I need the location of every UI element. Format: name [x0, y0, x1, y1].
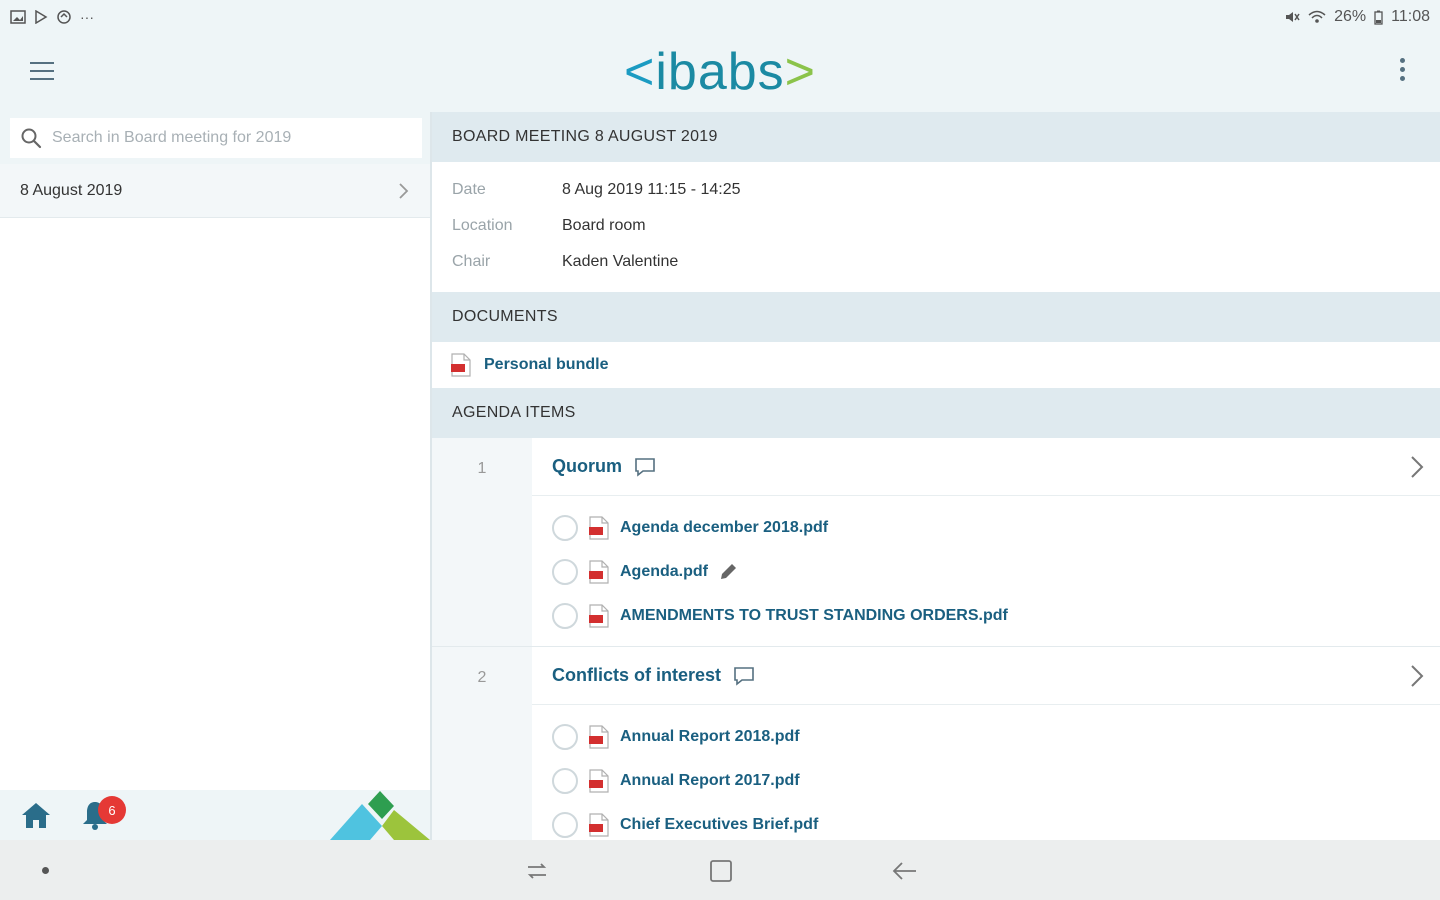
agenda-files: Annual Report 2018.pdf Annual Report 201… — [532, 705, 1440, 840]
mute-icon — [1286, 12, 1300, 22]
file-select-radio[interactable] — [552, 768, 578, 794]
pdf-icon — [589, 769, 609, 793]
detail-value: 8 Aug 2019 11:15 - 14:25 — [562, 181, 741, 198]
document-item[interactable]: Personal bundle — [432, 342, 1440, 388]
file-item: Agenda.pdf — [532, 550, 1440, 594]
sidebar-item-label: 8 August 2019 — [20, 181, 123, 199]
pencil-icon — [721, 564, 736, 579]
detail-value: Kaden Valentine — [562, 253, 679, 270]
search-box[interactable] — [10, 118, 422, 158]
meeting-detail-panel: BOARD MEETING 8 AUGUST 2019 Date 8 Aug 2… — [432, 112, 1440, 840]
battery-icon — [1374, 10, 1383, 25]
comment-icon[interactable] — [634, 457, 656, 477]
file-select-radio[interactable] — [552, 603, 578, 629]
chevron-right-icon — [1411, 455, 1424, 478]
pdf-icon — [589, 604, 609, 628]
agenda-number: 1 — [432, 438, 532, 646]
ibabs-brand-mark-icon — [330, 791, 430, 840]
recents-icon[interactable] — [524, 858, 550, 884]
detail-label: Date — [452, 181, 486, 198]
agenda-title-row[interactable]: Quorum — [532, 438, 1440, 496]
battery-percent: 26% — [1334, 8, 1367, 25]
agenda-title: Conflicts of interest — [552, 665, 722, 685]
file-select-radio[interactable] — [552, 812, 578, 838]
sync-icon — [57, 10, 71, 24]
file-select-radio[interactable] — [552, 515, 578, 541]
nav-dot-icon — [42, 867, 49, 874]
agenda-body: Conflicts of interest Annual Report 2018… — [532, 647, 1440, 840]
pdf-icon — [589, 560, 609, 584]
ibabs-logo: <ibabs> — [620, 42, 820, 102]
sidebar: 8 August 2019 6 — [0, 112, 432, 840]
pdf-icon — [589, 813, 609, 837]
system-nav-bar — [0, 840, 1440, 900]
file-link[interactable]: Annual Report 2017.pdf — [620, 772, 800, 790]
agenda-title: Quorum — [552, 456, 622, 476]
detail-date: Date 8 Aug 2019 11:15 - 14:25 — [432, 172, 1440, 208]
pdf-icon — [451, 353, 471, 377]
search-icon — [21, 128, 42, 149]
agenda-title-group: Conflicts of interest — [552, 665, 755, 686]
file-select-radio[interactable] — [552, 724, 578, 750]
search-bar — [0, 112, 430, 164]
agenda-item: 2 Conflicts of interest Annual Report 20… — [432, 647, 1440, 840]
sidebar-footer: 6 — [0, 790, 430, 840]
agenda-body: Quorum Agenda december 2018.pdf Agenda.p… — [532, 438, 1440, 646]
meeting-header: BOARD MEETING 8 AUGUST 2019 — [432, 112, 1440, 162]
status-bar-left: ··· — [10, 9, 94, 25]
status-bar: ··· 26% 11:08 — [0, 0, 1440, 34]
file-link[interactable]: Agenda december 2018.pdf — [620, 519, 828, 537]
sidebar-item-meeting-date[interactable]: 8 August 2019 — [0, 164, 430, 218]
logo-text: ibabs — [655, 43, 785, 101]
home-icon[interactable] — [20, 800, 52, 830]
chevron-right-icon — [399, 182, 409, 199]
file-link[interactable]: Chief Executives Brief.pdf — [620, 816, 818, 834]
agenda-header: AGENDA ITEMS — [432, 388, 1440, 438]
file-select-radio[interactable] — [552, 559, 578, 585]
detail-chair: Chair Kaden Valentine — [432, 244, 1440, 280]
document-link[interactable]: Personal bundle — [484, 356, 608, 374]
file-link[interactable]: Annual Report 2018.pdf — [620, 728, 800, 746]
chevron-right-icon — [1411, 664, 1424, 687]
notification-badge: 6 — [98, 796, 126, 824]
agenda-title-row[interactable]: Conflicts of interest — [532, 647, 1440, 705]
agenda-title-group: Quorum — [552, 456, 656, 477]
pdf-icon — [589, 516, 609, 540]
detail-location: Location Board room — [432, 208, 1440, 244]
file-item: Agenda december 2018.pdf — [532, 506, 1440, 550]
file-item: Chief Executives Brief.pdf — [532, 803, 1440, 840]
detail-label: Location — [452, 217, 513, 234]
agenda-item: 1 Quorum Agenda december 2018.pdf Agenda… — [432, 438, 1440, 647]
file-link[interactable]: AMENDMENTS TO TRUST STANDING ORDERS.pdf — [620, 607, 1008, 625]
detail-value: Board room — [562, 217, 646, 234]
agenda-number: 2 — [432, 647, 532, 840]
gallery-icon — [10, 10, 26, 24]
status-bar-right: 26% 11:08 — [1284, 8, 1430, 26]
clock: 11:08 — [1391, 8, 1430, 25]
menu-icon[interactable] — [30, 62, 60, 84]
file-item: Annual Report 2017.pdf — [532, 759, 1440, 803]
file-item: AMENDMENTS TO TRUST STANDING ORDERS.pdf — [532, 594, 1440, 638]
nav-home-icon[interactable] — [708, 858, 734, 884]
documents-header: DOCUMENTS — [432, 292, 1440, 342]
detail-label: Chair — [452, 253, 491, 270]
logo-bracket-left: < — [623, 43, 656, 101]
play-store-icon — [35, 10, 48, 24]
back-icon[interactable] — [890, 856, 920, 886]
pdf-icon — [589, 725, 609, 749]
logo-bracket-right: > — [784, 43, 817, 101]
app-bar: <ibabs> — [0, 34, 1440, 112]
search-input[interactable] — [52, 129, 392, 147]
meeting-details: Date 8 Aug 2019 11:15 - 14:25 Location B… — [432, 162, 1440, 292]
file-link[interactable]: Agenda.pdf — [620, 563, 708, 581]
more-notifications-icon: ··· — [80, 9, 94, 25]
file-item: Annual Report 2018.pdf — [532, 715, 1440, 759]
wifi-icon — [1308, 10, 1326, 23]
agenda-files: Agenda december 2018.pdf Agenda.pdf AMEN… — [532, 496, 1440, 646]
comment-icon[interactable] — [733, 666, 755, 686]
overflow-menu-icon[interactable] — [1392, 58, 1412, 88]
